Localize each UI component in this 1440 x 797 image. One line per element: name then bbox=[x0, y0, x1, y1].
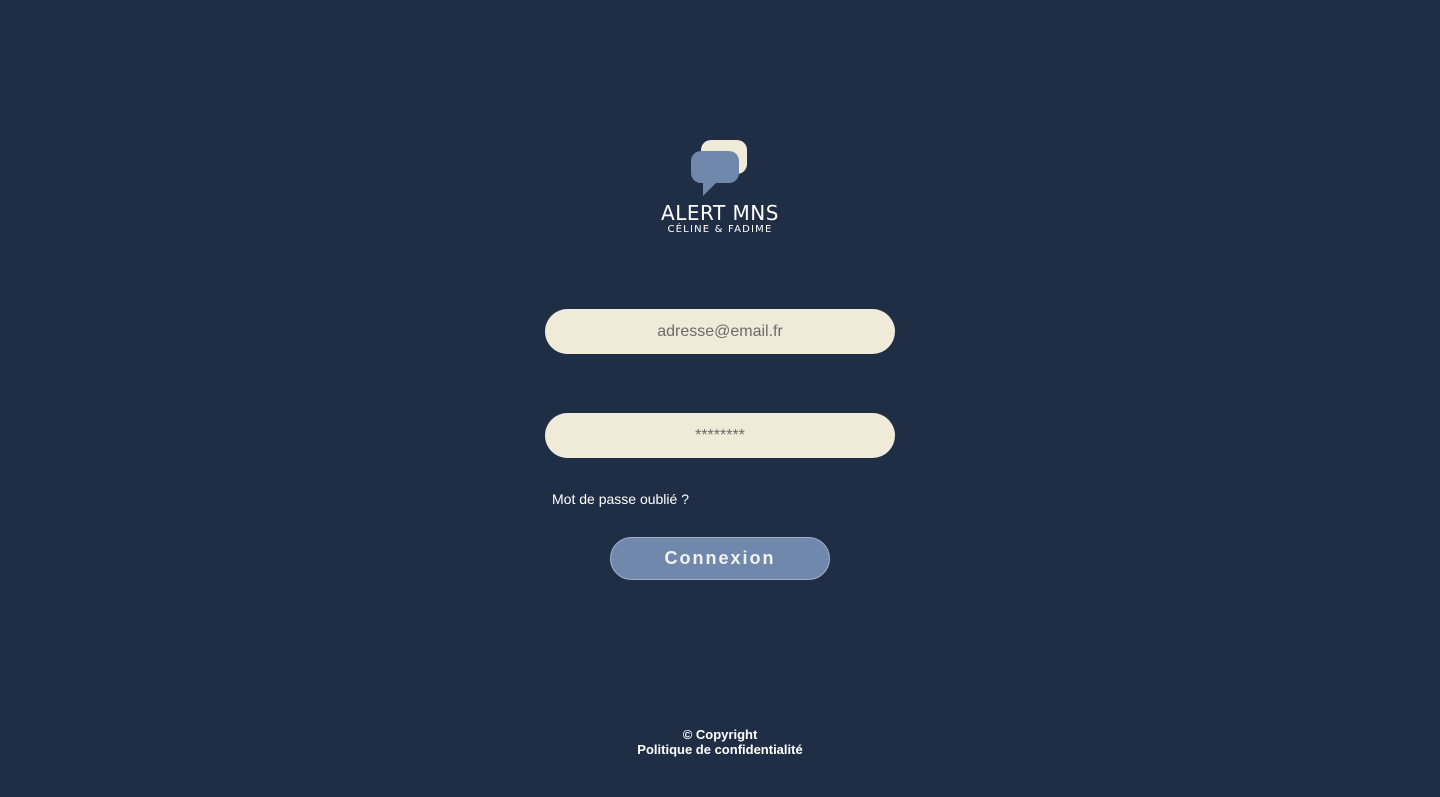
email-input[interactable] bbox=[545, 309, 895, 354]
forgot-password-link[interactable]: Mot de passe oublié ? bbox=[552, 491, 689, 507]
chat-bubbles-icon bbox=[691, 140, 747, 196]
footer: © Copyright Politique de confidentialité bbox=[570, 727, 870, 757]
login-button[interactable]: Connexion bbox=[610, 537, 830, 580]
app-title: ALERT MNS bbox=[661, 201, 779, 225]
password-input[interactable] bbox=[545, 413, 895, 458]
app-logo: ALERT MNS CÉLINE & FADIME bbox=[640, 138, 800, 236]
app-subtitle: CÉLINE & FADIME bbox=[667, 224, 773, 235]
copyright-text: © Copyright bbox=[682, 727, 758, 742]
login-page: ALERT MNS CÉLINE & FADIME Mot de passe o… bbox=[0, 0, 1440, 797]
privacy-policy-link[interactable]: Politique de confidentialité bbox=[570, 742, 870, 757]
